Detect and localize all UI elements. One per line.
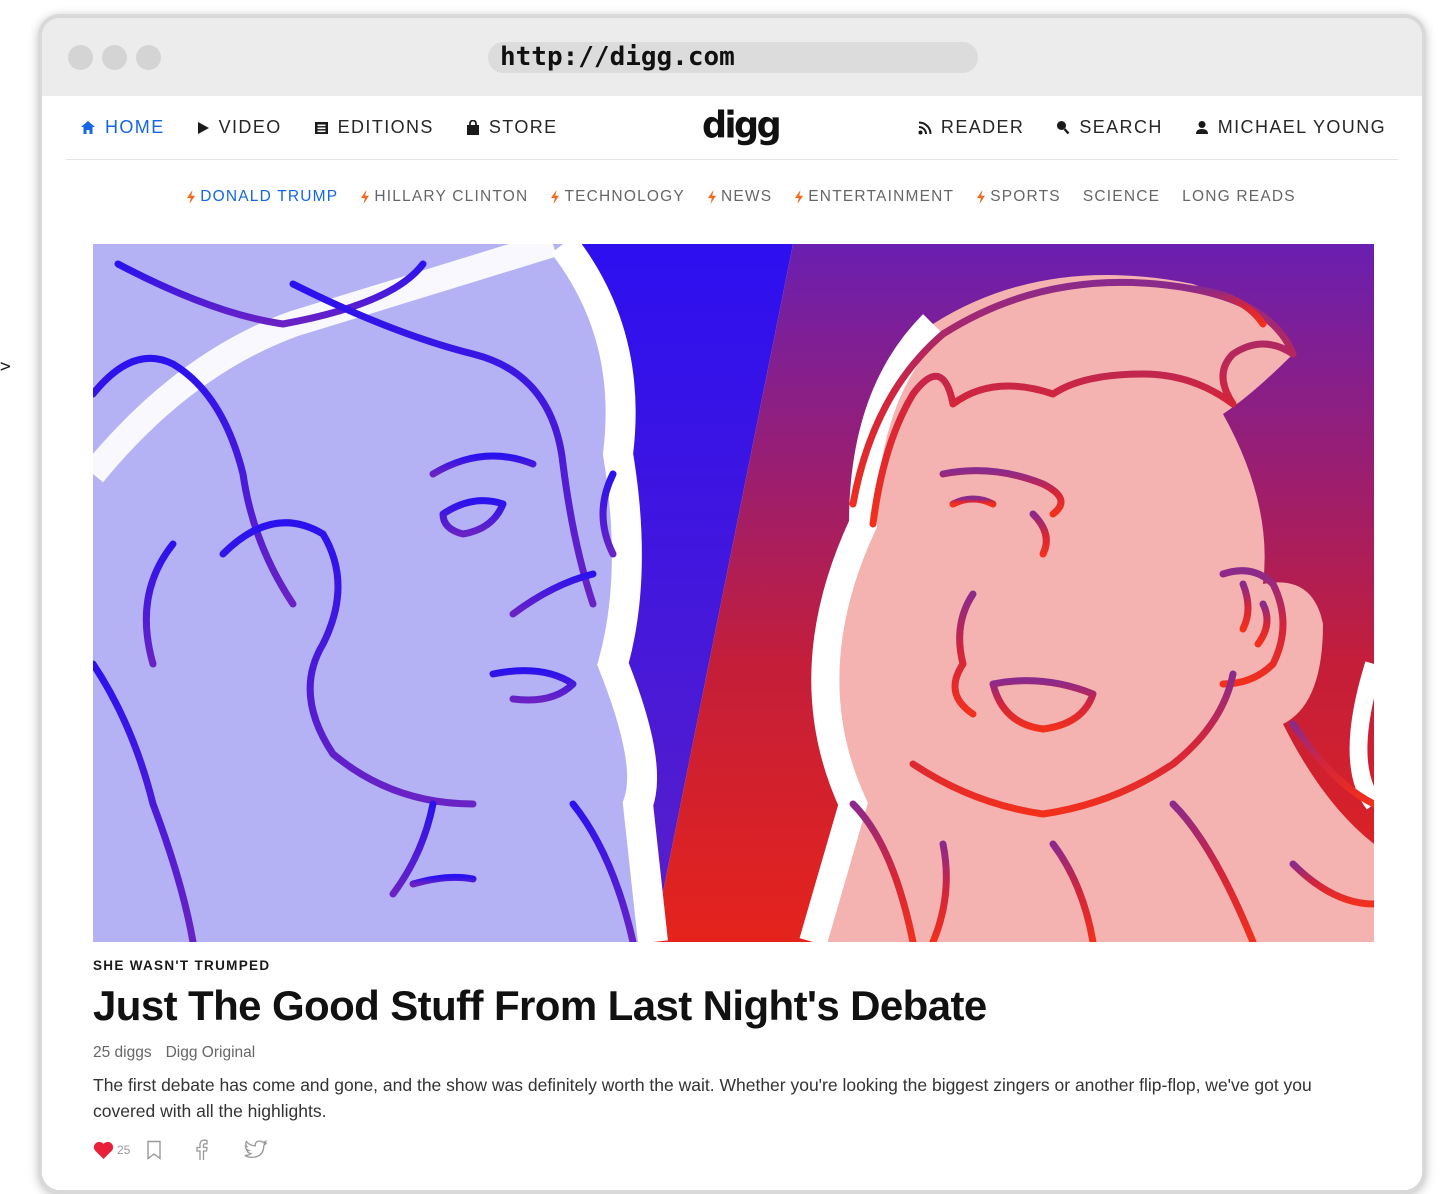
home-icon: [81, 121, 95, 134]
trending-bolt-icon: [977, 190, 986, 204]
window-controls: [68, 45, 161, 70]
topic-label: HILLARY CLINTON: [374, 188, 529, 205]
topic-science[interactable]: SCIENCE: [1083, 188, 1160, 206]
nav-right-group: READER SEARCH MICHAEL YOUNG: [918, 96, 1386, 159]
topic-donald-trump[interactable]: DONALD TRUMP: [186, 188, 338, 206]
article-headline[interactable]: Just The Good Stuff From Last Night's De…: [93, 982, 987, 1030]
topic-label: ENTERTAINMENT: [808, 188, 955, 205]
address-bar[interactable]: http://digg.com: [488, 42, 978, 73]
twitter-share-button[interactable]: [244, 1140, 268, 1160]
digg-like-button[interactable]: 25: [93, 1141, 146, 1160]
topic-bar: DONALD TRUMP HILLARY CLINTON TECHNOLOGY …: [42, 184, 1422, 210]
digg-logo[interactable]: digg: [702, 105, 782, 147]
nav-search[interactable]: SEARCH: [1056, 117, 1162, 138]
facebook-icon: [196, 1139, 209, 1160]
like-count: 25: [117, 1143, 131, 1157]
bookmark-icon: [147, 1140, 162, 1160]
debate-illustration: [93, 244, 1374, 942]
nav-reader[interactable]: READER: [918, 117, 1024, 138]
bag-icon: [466, 119, 479, 135]
save-button[interactable]: [146, 1140, 162, 1160]
browser-titlebar: http://digg.com: [42, 18, 1422, 96]
topic-label: DONALD TRUMP: [200, 188, 339, 205]
trending-bolt-icon: [187, 190, 196, 204]
nav-store[interactable]: STORE: [466, 117, 558, 138]
close-window-button[interactable]: [68, 45, 93, 70]
maximize-window-button[interactable]: [136, 45, 161, 70]
digg-count: 25 diggs: [93, 1044, 152, 1061]
browser-window: http://digg.com HOME VIDEO EDITIONS STOR…: [38, 14, 1426, 1194]
article-summary: The first debate has come and gone, and …: [93, 1075, 1312, 1121]
topic-label: NEWS: [720, 188, 773, 205]
nav-video-label: VIDEO: [218, 117, 282, 137]
nav-account-label: MICHAEL YOUNG: [1217, 117, 1386, 137]
article-source[interactable]: Digg Original: [166, 1044, 256, 1062]
article-meta: 25 diggs Digg Original: [93, 1044, 255, 1062]
twitter-icon: [244, 1140, 268, 1158]
play-icon: [197, 121, 209, 134]
nav-search-label: SEARCH: [1079, 117, 1163, 137]
topic-news[interactable]: NEWS: [707, 188, 772, 206]
nav-left-group: HOME VIDEO EDITIONS STORE: [80, 96, 558, 159]
heart-icon: [93, 1141, 114, 1159]
topic-sports[interactable]: SPORTS: [976, 188, 1061, 206]
topic-technology[interactable]: TECHNOLOGY: [550, 188, 685, 206]
nav-home-label: HOME: [105, 117, 165, 137]
article-kicker: SHE WASN'T TRUMPED: [93, 958, 271, 973]
topic-label: TECHNOLOGY: [564, 188, 685, 205]
topic-long-reads[interactable]: LONG READS: [1182, 188, 1296, 206]
nav-home[interactable]: HOME: [80, 117, 165, 138]
editions-icon: [314, 121, 328, 134]
trending-bolt-icon: [795, 190, 804, 204]
topic-label: SPORTS: [990, 188, 1061, 205]
trending-bolt-icon: [361, 190, 370, 204]
facebook-share-button[interactable]: [194, 1139, 209, 1161]
stray-caret-text: >: [0, 356, 11, 377]
nav-editions[interactable]: EDITIONS: [314, 117, 434, 138]
digg-page: HOME VIDEO EDITIONS STORE digg READER SE…: [42, 96, 1422, 1190]
rss-icon: [918, 121, 932, 134]
article-actions: 25: [93, 1139, 268, 1161]
nav-store-label: STORE: [488, 117, 558, 137]
nav-video[interactable]: VIDEO: [197, 117, 282, 138]
nav-editions-label: EDITIONS: [337, 117, 434, 137]
hero-image[interactable]: [93, 244, 1374, 942]
minimize-window-button[interactable]: [102, 45, 127, 70]
nav-account[interactable]: MICHAEL YOUNG: [1195, 117, 1386, 138]
trending-bolt-icon: [707, 190, 716, 204]
topic-entertainment[interactable]: ENTERTAINMENT: [794, 188, 954, 206]
topic-label: LONG READS: [1182, 188, 1296, 205]
user-icon: [1195, 121, 1208, 134]
search-icon: [1057, 121, 1070, 135]
trending-bolt-icon: [551, 190, 560, 204]
top-navigation: HOME VIDEO EDITIONS STORE digg READER SE…: [66, 96, 1398, 160]
topic-label: SCIENCE: [1082, 188, 1161, 205]
nav-reader-label: READER: [940, 117, 1025, 137]
topic-hillary-clinton[interactable]: HILLARY CLINTON: [360, 188, 528, 206]
